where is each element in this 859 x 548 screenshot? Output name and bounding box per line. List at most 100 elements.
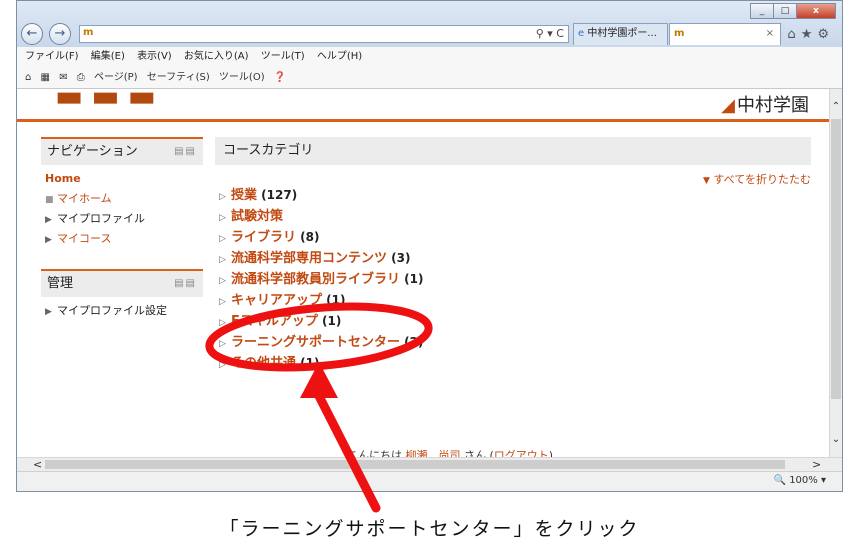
status-bar: 🔍 100% ▾ bbox=[17, 471, 842, 491]
admin-block: 管理 ▤▤ ▶ マイプロファイル設定 bbox=[41, 269, 203, 341]
vertical-scroll-thumb[interactable] bbox=[831, 119, 841, 399]
bullet-icon: ■ bbox=[45, 195, 54, 205]
annotation-caption: 「ラーニングサポートセンター」をクリック bbox=[219, 518, 640, 540]
print-icon[interactable]: ⎙ bbox=[77, 72, 85, 83]
navigation-block-header: ナビゲーション ▤▤ bbox=[41, 139, 203, 165]
site-header: ▬▬▬ ◢ 中村学園 bbox=[17, 89, 829, 119]
menu-view[interactable]: 表示(V) bbox=[137, 51, 172, 62]
nav-item-mycourses[interactable]: ▶ マイコース bbox=[45, 229, 203, 249]
horizontal-scrollbar[interactable]: < > bbox=[17, 457, 842, 471]
user-name-link[interactable]: 柳瀬 尚司 bbox=[406, 449, 461, 457]
category-item[interactable]: ▷ 流通科学部教員別ライブラリ (1) bbox=[219, 269, 423, 290]
navigation-block: ナビゲーション ▤▤ Home ■ マイホーム ▶ マイプロファイル ▶ マイコース bbox=[41, 137, 203, 247]
page-title: コースカテゴリ bbox=[215, 137, 811, 165]
tab-active[interactable]: m × bbox=[669, 23, 781, 45]
chevron-down-icon[interactable]: ▾ bbox=[821, 475, 826, 486]
nav-item-myprofile[interactable]: ▶ マイプロファイル bbox=[45, 209, 203, 229]
expand-arrow-icon[interactable]: ▶ bbox=[45, 210, 57, 230]
category-list: ▷ 授業 (127) ▷ 試験対策 ▷ ライブラリ (8) ▷ 流通科学部専用コンテンツ… bbox=[219, 185, 423, 374]
tab-portal[interactable]: e 中村学園ポー... bbox=[573, 23, 668, 45]
ie-icon: e bbox=[578, 28, 585, 39]
menu-bar: ファイル(F) 編集(E) 表示(V) お気に入り(A) ツール(T) ヘルプ(… bbox=[17, 47, 842, 67]
search-refresh-icons[interactable]: ⚲ ▾ C bbox=[536, 27, 564, 40]
admin-list: ▶ マイプロファイル設定 bbox=[41, 301, 203, 321]
expand-arrow-icon[interactable]: ▷ bbox=[219, 355, 231, 376]
minimize-button[interactable]: _ bbox=[750, 3, 774, 19]
horizontal-scroll-thumb[interactable] bbox=[45, 460, 785, 469]
expand-arrow-icon[interactable]: ▶ bbox=[45, 302, 57, 322]
category-item[interactable]: ▷ 流通科学部専用コンテンツ (3) bbox=[219, 248, 423, 269]
header-divider bbox=[17, 119, 829, 122]
site-favicon-icon: m bbox=[674, 28, 685, 39]
expand-arrow-icon[interactable]: ▷ bbox=[219, 187, 231, 208]
scroll-right-icon[interactable]: > bbox=[812, 458, 821, 471]
title-bar: ← → m ⚲ ▾ C e 中村学園ポー... m × _ □ x ⌂★⚙ bbox=[17, 1, 842, 47]
close-button[interactable]: x bbox=[796, 3, 836, 19]
nav-item-myhome[interactable]: ■ マイホーム bbox=[45, 189, 203, 209]
expand-arrow-icon[interactable]: ▷ bbox=[219, 250, 231, 271]
home-icon[interactable]: ⌂ bbox=[787, 27, 800, 42]
scroll-down-icon[interactable]: ⌄ bbox=[830, 434, 842, 445]
admin-title: 管理 bbox=[47, 276, 74, 291]
menu-tools[interactable]: ツール(T) bbox=[261, 51, 305, 62]
nav-home[interactable]: Home bbox=[45, 169, 203, 189]
category-item[interactable]: ▷ 試験対策 bbox=[219, 206, 423, 227]
collapse-all-link[interactable]: ▼ すべてを折りたたむ bbox=[703, 171, 811, 187]
zoom-control[interactable]: 🔍 100% ▾ bbox=[774, 475, 826, 486]
category-item[interactable]: ▷ Eスキルアップ (1) bbox=[219, 311, 423, 332]
favorites-star-icon[interactable]: ★ bbox=[801, 27, 818, 42]
brand-name: 中村学園 bbox=[737, 95, 809, 116]
tab-close-icon[interactable]: × bbox=[766, 24, 774, 44]
category-item[interactable]: ▷ ライブラリ (8) bbox=[219, 227, 423, 248]
expand-arrow-icon[interactable]: ▷ bbox=[219, 208, 231, 229]
page-viewport: ▬▬▬ ◢ 中村学園 ナビゲーション ▤▤ Home ■ マイホーム ▶ マイプロファ… bbox=[17, 89, 829, 457]
block-controls-icon[interactable]: ▤▤ bbox=[174, 271, 197, 297]
brand-mark-icon: ◢ bbox=[721, 95, 735, 116]
vertical-scrollbar[interactable]: ⌃ ⌄ bbox=[829, 89, 842, 457]
scroll-left-icon[interactable]: < bbox=[33, 458, 42, 471]
forward-button[interactable]: → bbox=[49, 23, 71, 45]
category-item-learning-support[interactable]: ▷ ラーニングサポートセンター (2) bbox=[219, 332, 423, 353]
scroll-up-icon[interactable]: ⌃ bbox=[830, 101, 842, 112]
gear-icon[interactable]: ⚙ bbox=[817, 27, 834, 42]
safety-menu[interactable]: セーフティ(S) bbox=[147, 72, 210, 83]
back-button[interactable]: ← bbox=[21, 23, 43, 45]
feeds-icon[interactable]: ▦ bbox=[41, 72, 50, 83]
browser-window: ← → m ⚲ ▾ C e 中村学園ポー... m × _ □ x ⌂★⚙ ファ… bbox=[16, 0, 843, 492]
login-info: こんにちは 柳瀬 尚司 さん (ログアウト) bbox=[347, 447, 553, 457]
help-icon[interactable]: ❓ bbox=[274, 72, 286, 83]
window-controls: _ □ x bbox=[750, 3, 836, 21]
category-item[interactable]: ▷ 授業 (127) bbox=[219, 185, 423, 206]
tools-menu[interactable]: ツール(O) bbox=[219, 72, 265, 83]
category-item[interactable]: ▷ その他共通 (1) bbox=[219, 353, 423, 374]
expand-arrow-icon[interactable]: ▷ bbox=[219, 271, 231, 292]
category-item[interactable]: ▷ キャリアアップ (1) bbox=[219, 290, 423, 311]
menu-edit[interactable]: 編集(E) bbox=[91, 51, 125, 62]
maximize-button[interactable]: □ bbox=[773, 3, 797, 19]
admin-block-header: 管理 ▤▤ bbox=[41, 271, 203, 297]
address-bar[interactable]: m ⚲ ▾ C bbox=[79, 25, 569, 43]
expand-arrow-icon[interactable]: ▶ bbox=[45, 230, 57, 250]
navigation-list: Home ■ マイホーム ▶ マイプロファイル ▶ マイコース bbox=[41, 169, 203, 249]
navigation-title: ナビゲーション bbox=[47, 144, 138, 159]
site-logo-icon: ▬▬▬ bbox=[55, 89, 165, 114]
command-bar: ⌂ ▦ ✉ ⎙ ページ(P) セーフティ(S) ツール(O) ❓ bbox=[17, 67, 842, 89]
logout-link[interactable]: ログアウト bbox=[494, 449, 549, 457]
toolbar-right-icons[interactable]: ⌂★⚙ bbox=[787, 27, 834, 42]
menu-file[interactable]: ファイル(F) bbox=[25, 51, 79, 62]
expand-arrow-icon[interactable]: ▷ bbox=[219, 292, 231, 313]
expand-arrow-icon[interactable]: ▷ bbox=[219, 334, 231, 355]
site-favicon-icon: m bbox=[83, 27, 94, 38]
home-icon[interactable]: ⌂ bbox=[25, 72, 31, 83]
chevron-down-icon: ▼ bbox=[703, 176, 710, 186]
admin-item-profile-settings[interactable]: ▶ マイプロファイル設定 bbox=[45, 301, 203, 321]
mail-icon[interactable]: ✉ bbox=[59, 72, 67, 83]
block-controls-icon[interactable]: ▤▤ bbox=[174, 139, 197, 165]
expand-arrow-icon[interactable]: ▷ bbox=[219, 229, 231, 250]
site-brand: ◢ 中村学園 bbox=[721, 91, 809, 117]
menu-help[interactable]: ヘルプ(H) bbox=[317, 51, 362, 62]
page-menu[interactable]: ページ(P) bbox=[94, 72, 138, 83]
expand-arrow-icon[interactable]: ▷ bbox=[219, 313, 231, 334]
zoom-icon: 🔍 bbox=[773, 475, 786, 486]
menu-favorites[interactable]: お気に入り(A) bbox=[184, 51, 249, 62]
